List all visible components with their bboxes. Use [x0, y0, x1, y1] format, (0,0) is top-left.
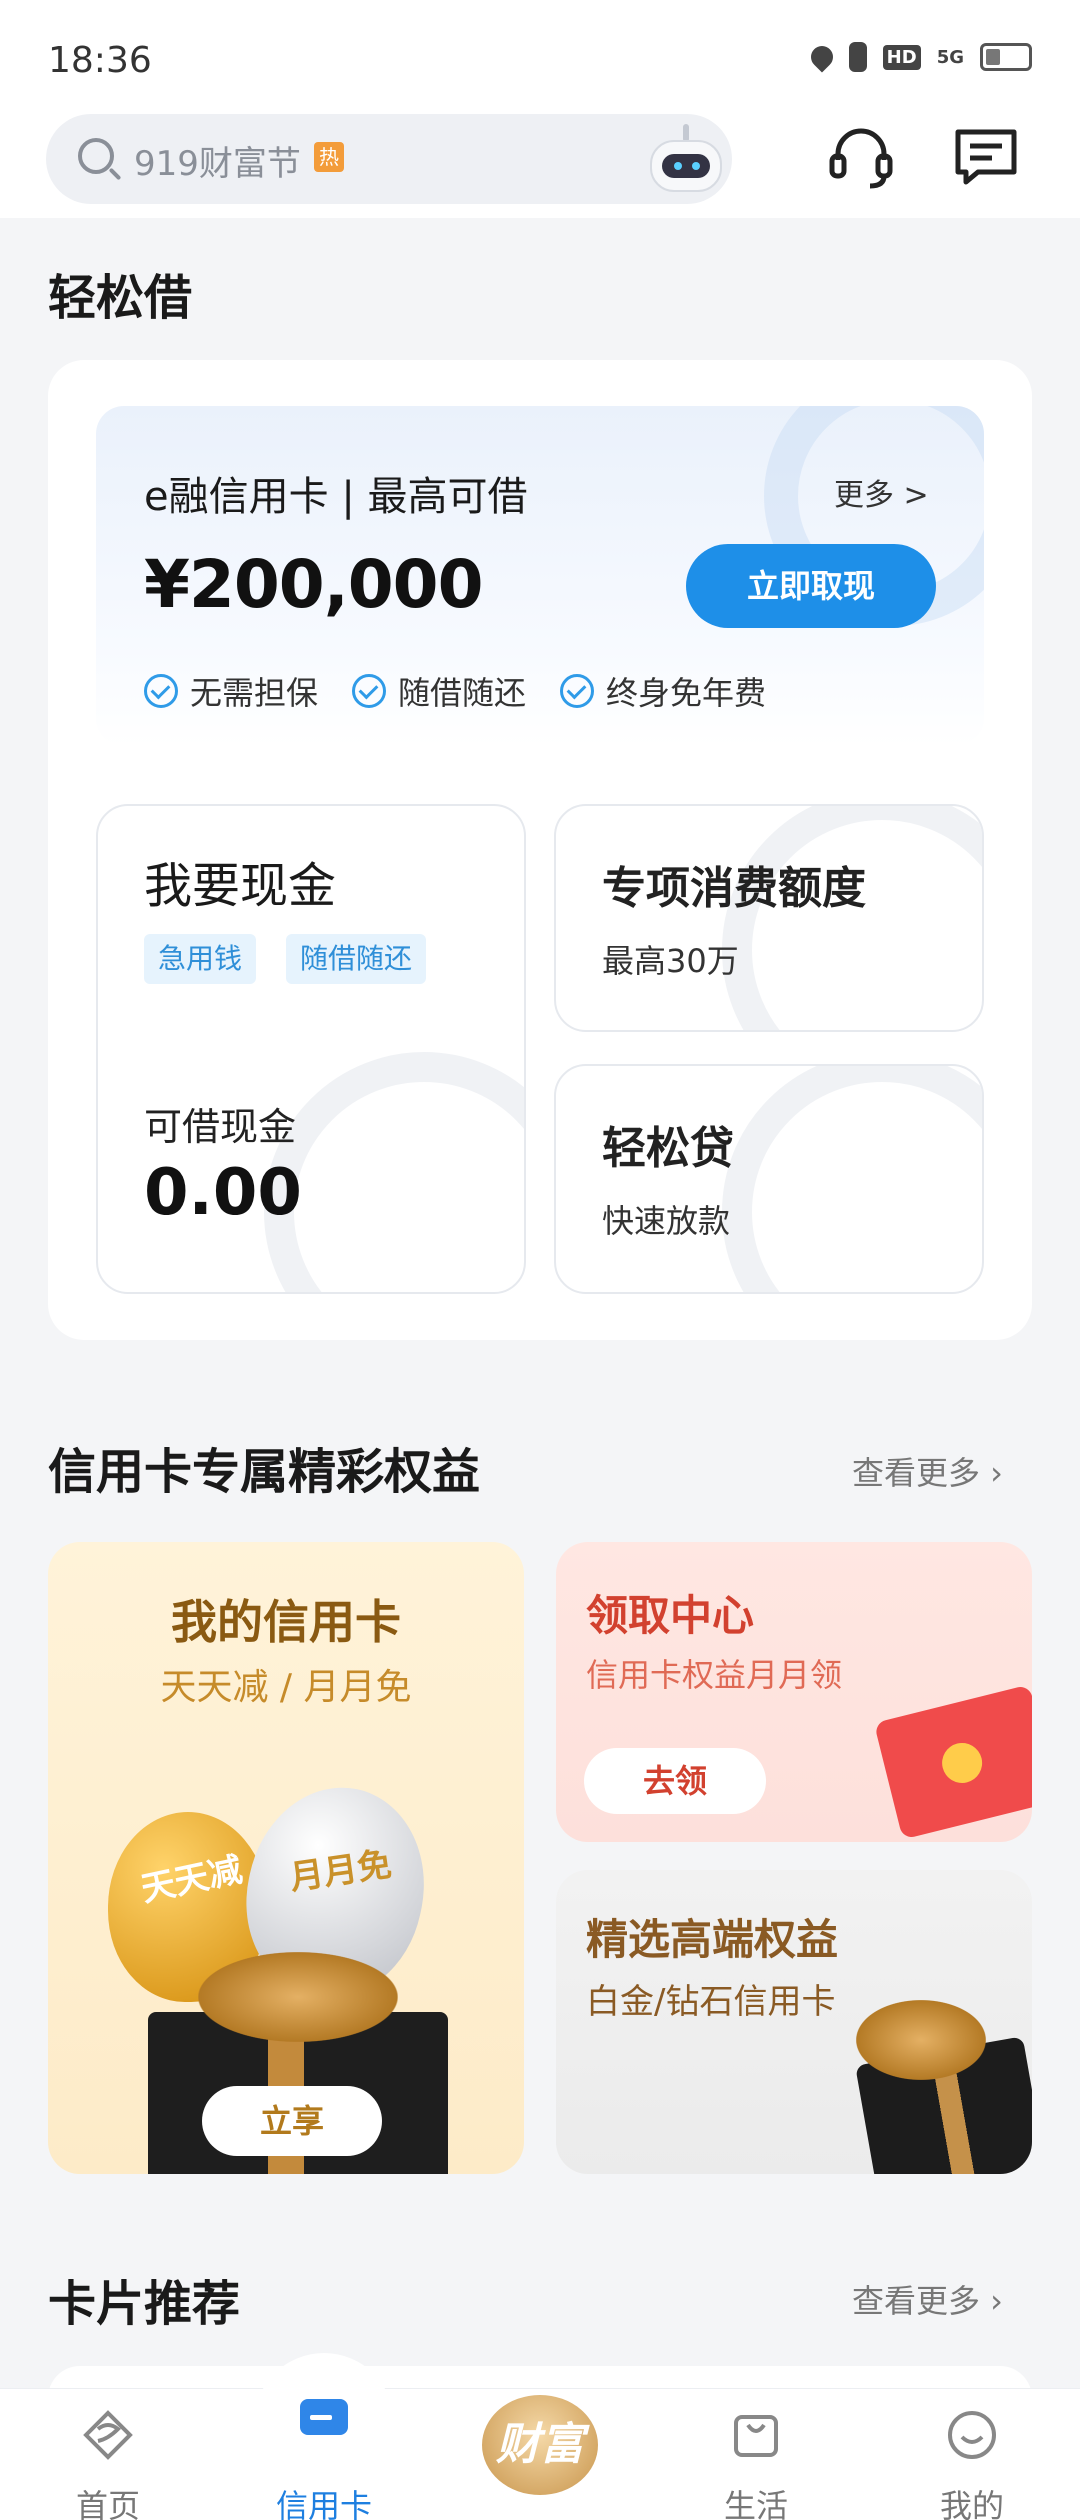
fortune-icon[interactable]: 财富 — [482, 2395, 598, 2495]
cash-tile[interactable]: 我要现金 急用钱 随借随还 可借现金 0.00 — [96, 804, 526, 1294]
tag-flexible: 随借随还 — [286, 934, 427, 984]
nav-item-home[interactable]: 首页 — [0, 2389, 216, 2520]
enjoy-button[interactable]: 立享 — [202, 2086, 382, 2156]
red-packet-icon — [873, 1684, 1032, 1840]
check-icon — [352, 674, 387, 708]
tile-watermark — [722, 806, 982, 1030]
feature-label: 随借随还 — [398, 674, 527, 712]
special-tile-sub: 最高30万 — [602, 942, 739, 980]
message-icon[interactable] — [954, 128, 1018, 186]
nav-label: 我的 — [939, 2487, 1004, 2520]
feature-item: 随借随还 — [352, 668, 526, 714]
cash-available-value: 0.00 — [144, 1156, 302, 1230]
benefits-see-more[interactable]: 查看更多 › — [852, 1448, 1003, 1494]
customer-service-icon[interactable] — [826, 122, 896, 192]
section-title-benefits: 信用卡专属精彩权益 — [48, 1444, 481, 1500]
section-title-easy-borrow: 轻松借 — [48, 270, 193, 326]
robot-assistant-icon[interactable] — [646, 124, 726, 196]
tag-urgent: 急用钱 — [144, 934, 257, 984]
status-bar: 18:36 HD 5G — [0, 0, 1080, 110]
claim-center-title: 领取中心 — [586, 1591, 755, 1640]
credit-title: e融信用卡 | 最高可借 — [144, 474, 528, 520]
balloon-text: 天天减 — [137, 1849, 246, 1911]
feature-list: 无需担保 随借随还 终身免年费 — [144, 668, 766, 714]
balloon-text: 月月免 — [287, 1844, 394, 1899]
hd-badge: HD — [882, 44, 921, 70]
claim-button[interactable]: 去领 — [584, 1748, 766, 1814]
battery-icon — [980, 43, 1032, 71]
credit-card-icon — [300, 2399, 348, 2435]
shopping-bag-icon — [734, 2415, 778, 2457]
profile-icon — [948, 2411, 996, 2459]
nav-item-credit-card[interactable]: 信用卡 — [216, 2389, 432, 2520]
bottom-nav: 首页 信用卡 财富 生活 我的 — [0, 2353, 1080, 2520]
feature-item: 无需担保 — [144, 668, 318, 714]
withdraw-cash-button[interactable]: 立即取现 — [686, 544, 936, 628]
search-bar[interactable]: 919财富节 热 — [46, 114, 732, 204]
home-icon — [83, 2410, 133, 2460]
cash-available-label: 可借现金 — [144, 1105, 297, 1149]
my-credit-card-benefit[interactable]: 我的信用卡 天天减 / 月月免 天天减 月月免 立享 — [48, 1542, 524, 2174]
feature-item: 终身免年费 — [560, 668, 766, 714]
status-time: 18:36 — [48, 40, 152, 81]
nav-label: 信用卡 — [275, 2487, 372, 2520]
claim-center-benefit[interactable]: 领取中心 信用卡权益月月领 去领 — [556, 1542, 1032, 1842]
search-placeholder: 919财富节 — [134, 144, 301, 184]
status-icons: HD 5G — [806, 41, 1032, 73]
premium-sub: 白金/钻石信用卡 — [586, 1982, 836, 2022]
check-icon — [560, 674, 595, 708]
nav-label: 生活 — [723, 2487, 788, 2520]
hot-badge: 热 — [314, 142, 344, 172]
location-icon — [806, 41, 838, 73]
more-link[interactable]: 更多 > — [834, 470, 929, 514]
gift-bow-icon — [198, 1952, 398, 2042]
nav-item-life[interactable]: 生活 — [648, 2389, 864, 2520]
credit-panel[interactable]: e融信用卡 | 最高可借 更多 > ¥200,000 立即取现 无需担保 随借随… — [96, 406, 984, 746]
feature-label: 无需担保 — [190, 674, 319, 712]
check-icon — [144, 674, 178, 708]
tile-watermark — [722, 1066, 982, 1292]
credit-amount: ¥200,000 — [144, 546, 484, 623]
feature-label: 终身免年费 — [606, 674, 767, 712]
special-consumption-tile[interactable]: 专项消费额度 最高30万 — [554, 804, 984, 1032]
top-header: 919财富节 热 — [0, 110, 1080, 218]
premium-title: 精选高端权益 — [586, 1915, 839, 1964]
nav-label: 首页 — [75, 2487, 140, 2520]
special-tile-title: 专项消费额度 — [602, 863, 866, 914]
loan-tile-title: 轻松贷 — [602, 1123, 734, 1174]
my-card-sub: 天天减 / 月月免 — [160, 1667, 412, 1708]
loan-card: e融信用卡 | 最高可借 更多 > ¥200,000 立即取现 无需担保 随借随… — [48, 360, 1032, 1340]
claim-center-sub: 信用卡权益月月领 — [586, 1656, 843, 1694]
nav-item-profile[interactable]: 我的 — [864, 2389, 1080, 2520]
easy-loan-tile[interactable]: 轻松贷 快速放款 — [554, 1064, 984, 1294]
section-title-card-recommend: 卡片推荐 — [48, 2276, 241, 2332]
premium-benefit[interactable]: 精选高端权益 白金/钻石信用卡 — [556, 1870, 1032, 2174]
vibrate-icon — [848, 42, 867, 72]
search-icon — [78, 138, 114, 174]
network-indicator: 5G — [936, 46, 964, 68]
cards-see-more[interactable]: 查看更多 › — [852, 2276, 1003, 2322]
tile-watermark — [264, 1052, 524, 1292]
gift-bow-icon — [856, 2000, 986, 2080]
loan-tile-sub: 快速放款 — [602, 1202, 731, 1240]
my-card-title: 我的信用卡 — [171, 1595, 401, 1649]
cash-tile-title: 我要现金 — [144, 858, 337, 914]
